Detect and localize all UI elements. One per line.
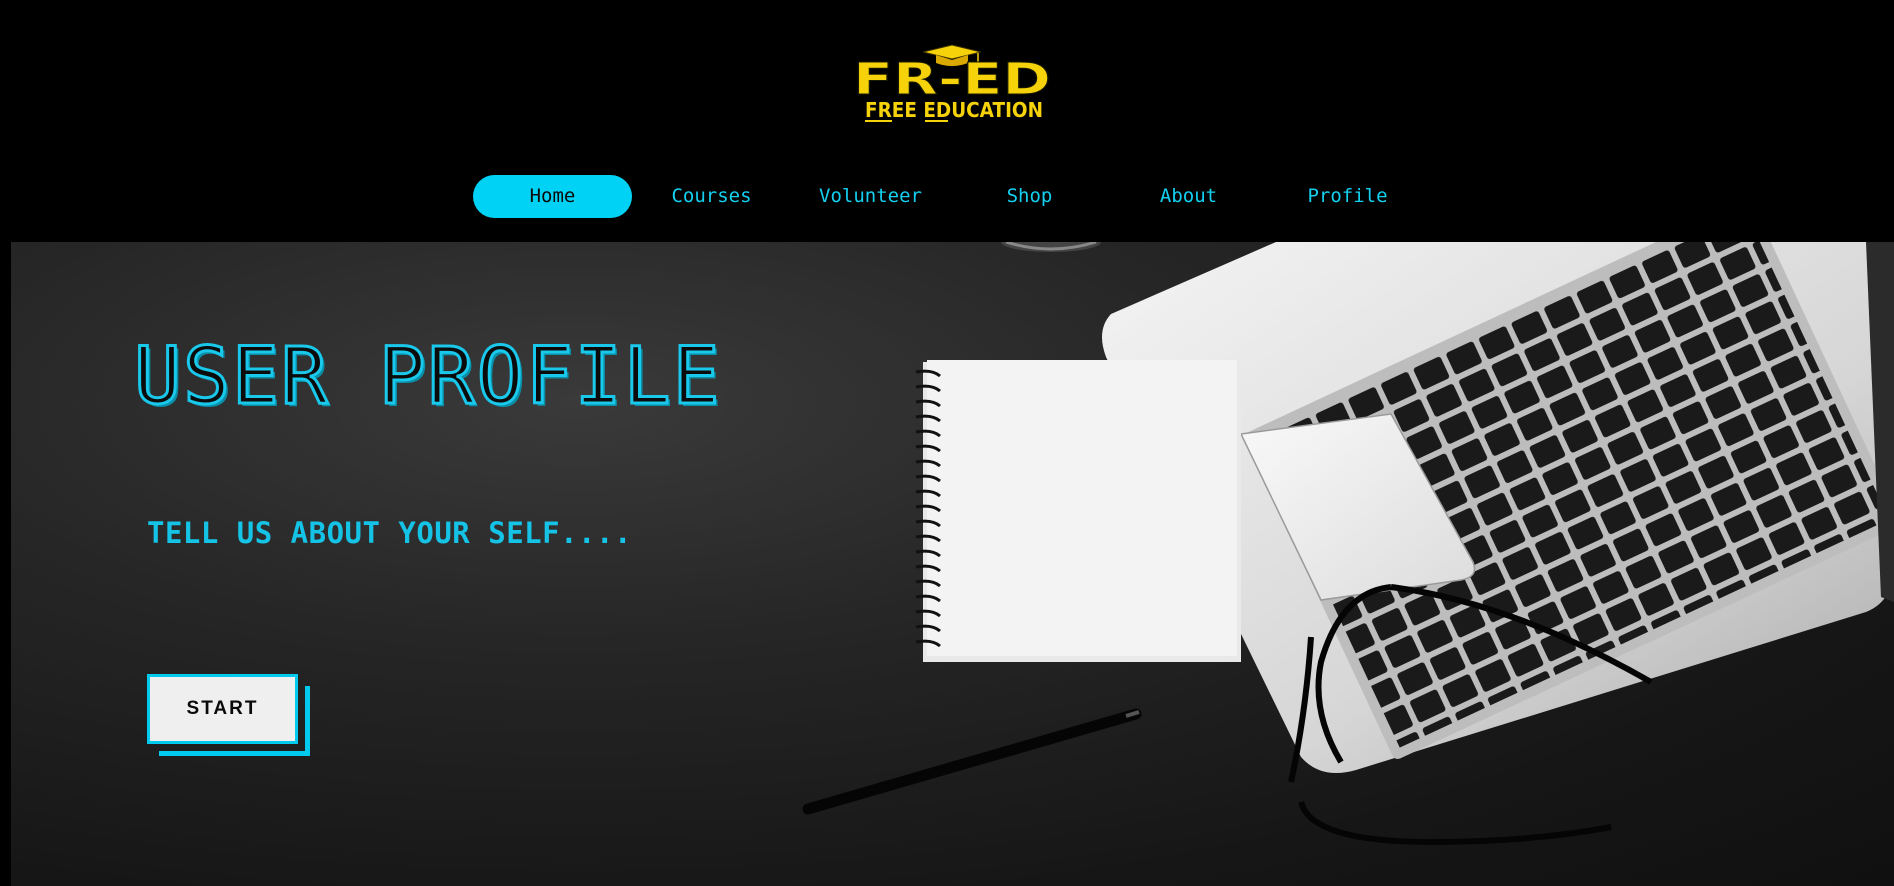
- hero-section: USER PROFILE TELL US ABOUT YOUR SELF....…: [11, 242, 1894, 886]
- main-nav: Home Courses Volunteer Shop About Profil…: [473, 175, 1427, 218]
- nav-item-courses[interactable]: Courses: [632, 175, 791, 218]
- site-header: FR-ED FREE EDUCATION Home Courses Volunt…: [0, 0, 1894, 242]
- page-subtitle: TELL US ABOUT YOUR SELF....: [147, 516, 632, 550]
- notebook-image: [915, 360, 1241, 662]
- start-button[interactable]: START: [147, 674, 298, 744]
- nav-item-profile[interactable]: Profile: [1268, 175, 1427, 218]
- nav-item-shop[interactable]: Shop: [950, 175, 1109, 218]
- fr-ed-logo[interactable]: FR-ED FREE EDUCATION: [850, 42, 1055, 124]
- pen-image: [802, 708, 1142, 815]
- logo-subtitle: FREE EDUCATION: [865, 98, 1043, 122]
- nav-item-volunteer[interactable]: Volunteer: [791, 175, 950, 218]
- page-title: USER PROFILE: [133, 331, 722, 424]
- nav-item-about[interactable]: About: [1109, 175, 1268, 218]
- mug-image: [1001, 242, 1101, 252]
- nav-item-home[interactable]: Home: [473, 175, 632, 218]
